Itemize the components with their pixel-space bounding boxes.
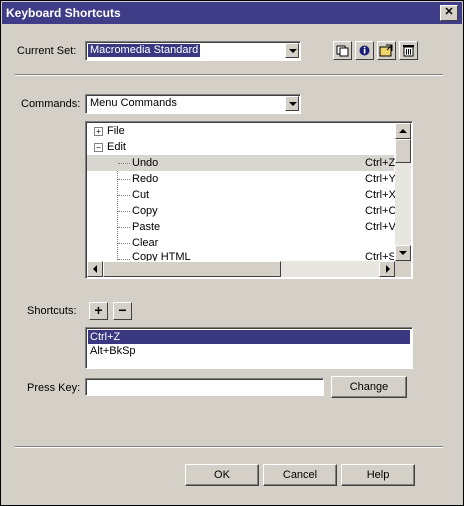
- scroll-down-button[interactable]: [395, 245, 411, 261]
- delete-set-icon: [403, 45, 414, 57]
- minus-icon: −: [118, 302, 127, 318]
- scroll-right-button[interactable]: [379, 261, 395, 277]
- expand-icon[interactable]: +: [94, 127, 103, 136]
- tree-item[interactable]: Cut Ctrl+X: [87, 187, 396, 203]
- cancel-button[interactable]: Cancel: [263, 464, 337, 486]
- separator: [15, 446, 443, 448]
- commands-select[interactable]: Menu Commands: [85, 94, 301, 114]
- tree-group-edit[interactable]: − Edit: [88, 139, 388, 155]
- delete-set-button[interactable]: [399, 41, 418, 60]
- window-title: Keyboard Shortcuts: [6, 6, 121, 20]
- tree-item[interactable]: Copy Ctrl+C: [87, 203, 397, 219]
- arrow-right-icon: [386, 265, 390, 273]
- scroll-left-button[interactable]: [87, 261, 103, 277]
- chevron-down-icon: [289, 49, 297, 53]
- vertical-scrollbar[interactable]: [395, 123, 411, 261]
- current-set-label: Current Set:: [17, 45, 77, 57]
- press-key-label: Press Key:: [27, 382, 81, 394]
- add-shortcut-button[interactable]: +: [89, 302, 108, 320]
- export-html-icon: [379, 44, 393, 57]
- tree-branch: [118, 179, 130, 180]
- separator: [15, 74, 443, 76]
- help-button[interactable]: Help: [341, 464, 415, 486]
- chevron-down-icon: [289, 102, 297, 106]
- scroll-up-button[interactable]: [395, 123, 411, 139]
- command-label: Paste: [132, 221, 161, 233]
- tree-branch: [118, 227, 130, 228]
- command-shortcut: Ctrl+V: [365, 221, 396, 233]
- command-shortcut: Ctrl+X: [365, 189, 396, 201]
- shortcut-item[interactable]: Ctrl+Z: [88, 330, 410, 344]
- arrow-left-icon: [93, 265, 97, 273]
- arrow-down-icon: [399, 251, 407, 255]
- keyboard-shortcuts-dialog: Keyboard Shortcuts ✕ Current Set: Macrom…: [0, 0, 464, 506]
- title-bar[interactable]: Keyboard Shortcuts ✕: [2, 2, 462, 24]
- plus-icon: +: [94, 302, 103, 318]
- horizontal-scrollbar[interactable]: [87, 261, 395, 277]
- shortcut-item[interactable]: Alt+BkSp: [88, 344, 410, 358]
- command-shortcut: Ctrl+Y: [365, 173, 396, 185]
- tree-group-label: Edit: [107, 141, 126, 153]
- command-label: Cut: [132, 189, 150, 201]
- arrow-up-icon: [399, 129, 407, 133]
- command-label: Clear: [132, 237, 159, 249]
- horizontal-scroll-thumb[interactable]: [103, 261, 281, 277]
- duplicate-set-button[interactable]: [333, 41, 352, 60]
- scroll-corner: [395, 261, 411, 277]
- close-button[interactable]: ✕: [440, 5, 458, 21]
- command-label: Copy: [132, 205, 158, 217]
- tree-group-label: File: [107, 125, 125, 137]
- command-shortcut: Ctrl+Z: [365, 157, 396, 169]
- tree-group-file[interactable]: + File: [88, 123, 388, 139]
- tree-branch: [118, 243, 130, 244]
- duplicate-set-icon: [336, 45, 349, 57]
- commands-label: Commands:: [21, 98, 81, 110]
- commands-dropdown-button[interactable]: [285, 96, 299, 111]
- vertical-scroll-thumb[interactable]: [395, 139, 411, 163]
- command-label: Redo: [132, 173, 159, 185]
- tree-branch: [118, 163, 130, 164]
- rename-set-button[interactable]: [355, 41, 374, 60]
- commands-tree[interactable]: + File − Edit Undo Ctrl+Z Redo Ctrl+Y Cu…: [85, 121, 413, 279]
- command-label: Copy HTML: [132, 251, 191, 261]
- tree-branch: [118, 211, 130, 212]
- current-set-select[interactable]: Macromedia Standard: [85, 41, 301, 61]
- tree-item[interactable]: Copy HTML Ctrl+S: [87, 251, 394, 261]
- tree-branch: [118, 195, 130, 196]
- remove-shortcut-button[interactable]: −: [113, 302, 132, 320]
- export-set-button[interactable]: [377, 41, 396, 60]
- shortcuts-list[interactable]: Ctrl+Z Alt+BkSp: [85, 327, 413, 369]
- change-button[interactable]: Change: [331, 376, 407, 398]
- close-icon: ✕: [444, 6, 454, 18]
- tree-item[interactable]: Clear: [87, 235, 394, 251]
- tree-item[interactable]: Redo Ctrl+Y: [87, 171, 396, 187]
- press-key-field[interactable]: [85, 378, 324, 396]
- current-set-value: Macromedia Standard: [88, 44, 201, 57]
- info-icon: [359, 45, 370, 56]
- tree-item[interactable]: Paste Ctrl+V: [87, 219, 396, 235]
- command-label: Undo: [132, 157, 159, 169]
- collapse-icon[interactable]: −: [94, 143, 103, 152]
- current-set-dropdown-button[interactable]: [285, 43, 299, 58]
- command-shortcut: Ctrl+S: [365, 251, 394, 261]
- tree-item[interactable]: Undo Ctrl+Z: [87, 155, 396, 171]
- ok-button[interactable]: OK: [185, 464, 259, 486]
- shortcuts-label: Shortcuts:: [27, 305, 77, 317]
- commands-value: Menu Commands: [90, 97, 177, 109]
- command-shortcut: Ctrl+C: [365, 205, 397, 217]
- tree-branch: [118, 259, 130, 260]
